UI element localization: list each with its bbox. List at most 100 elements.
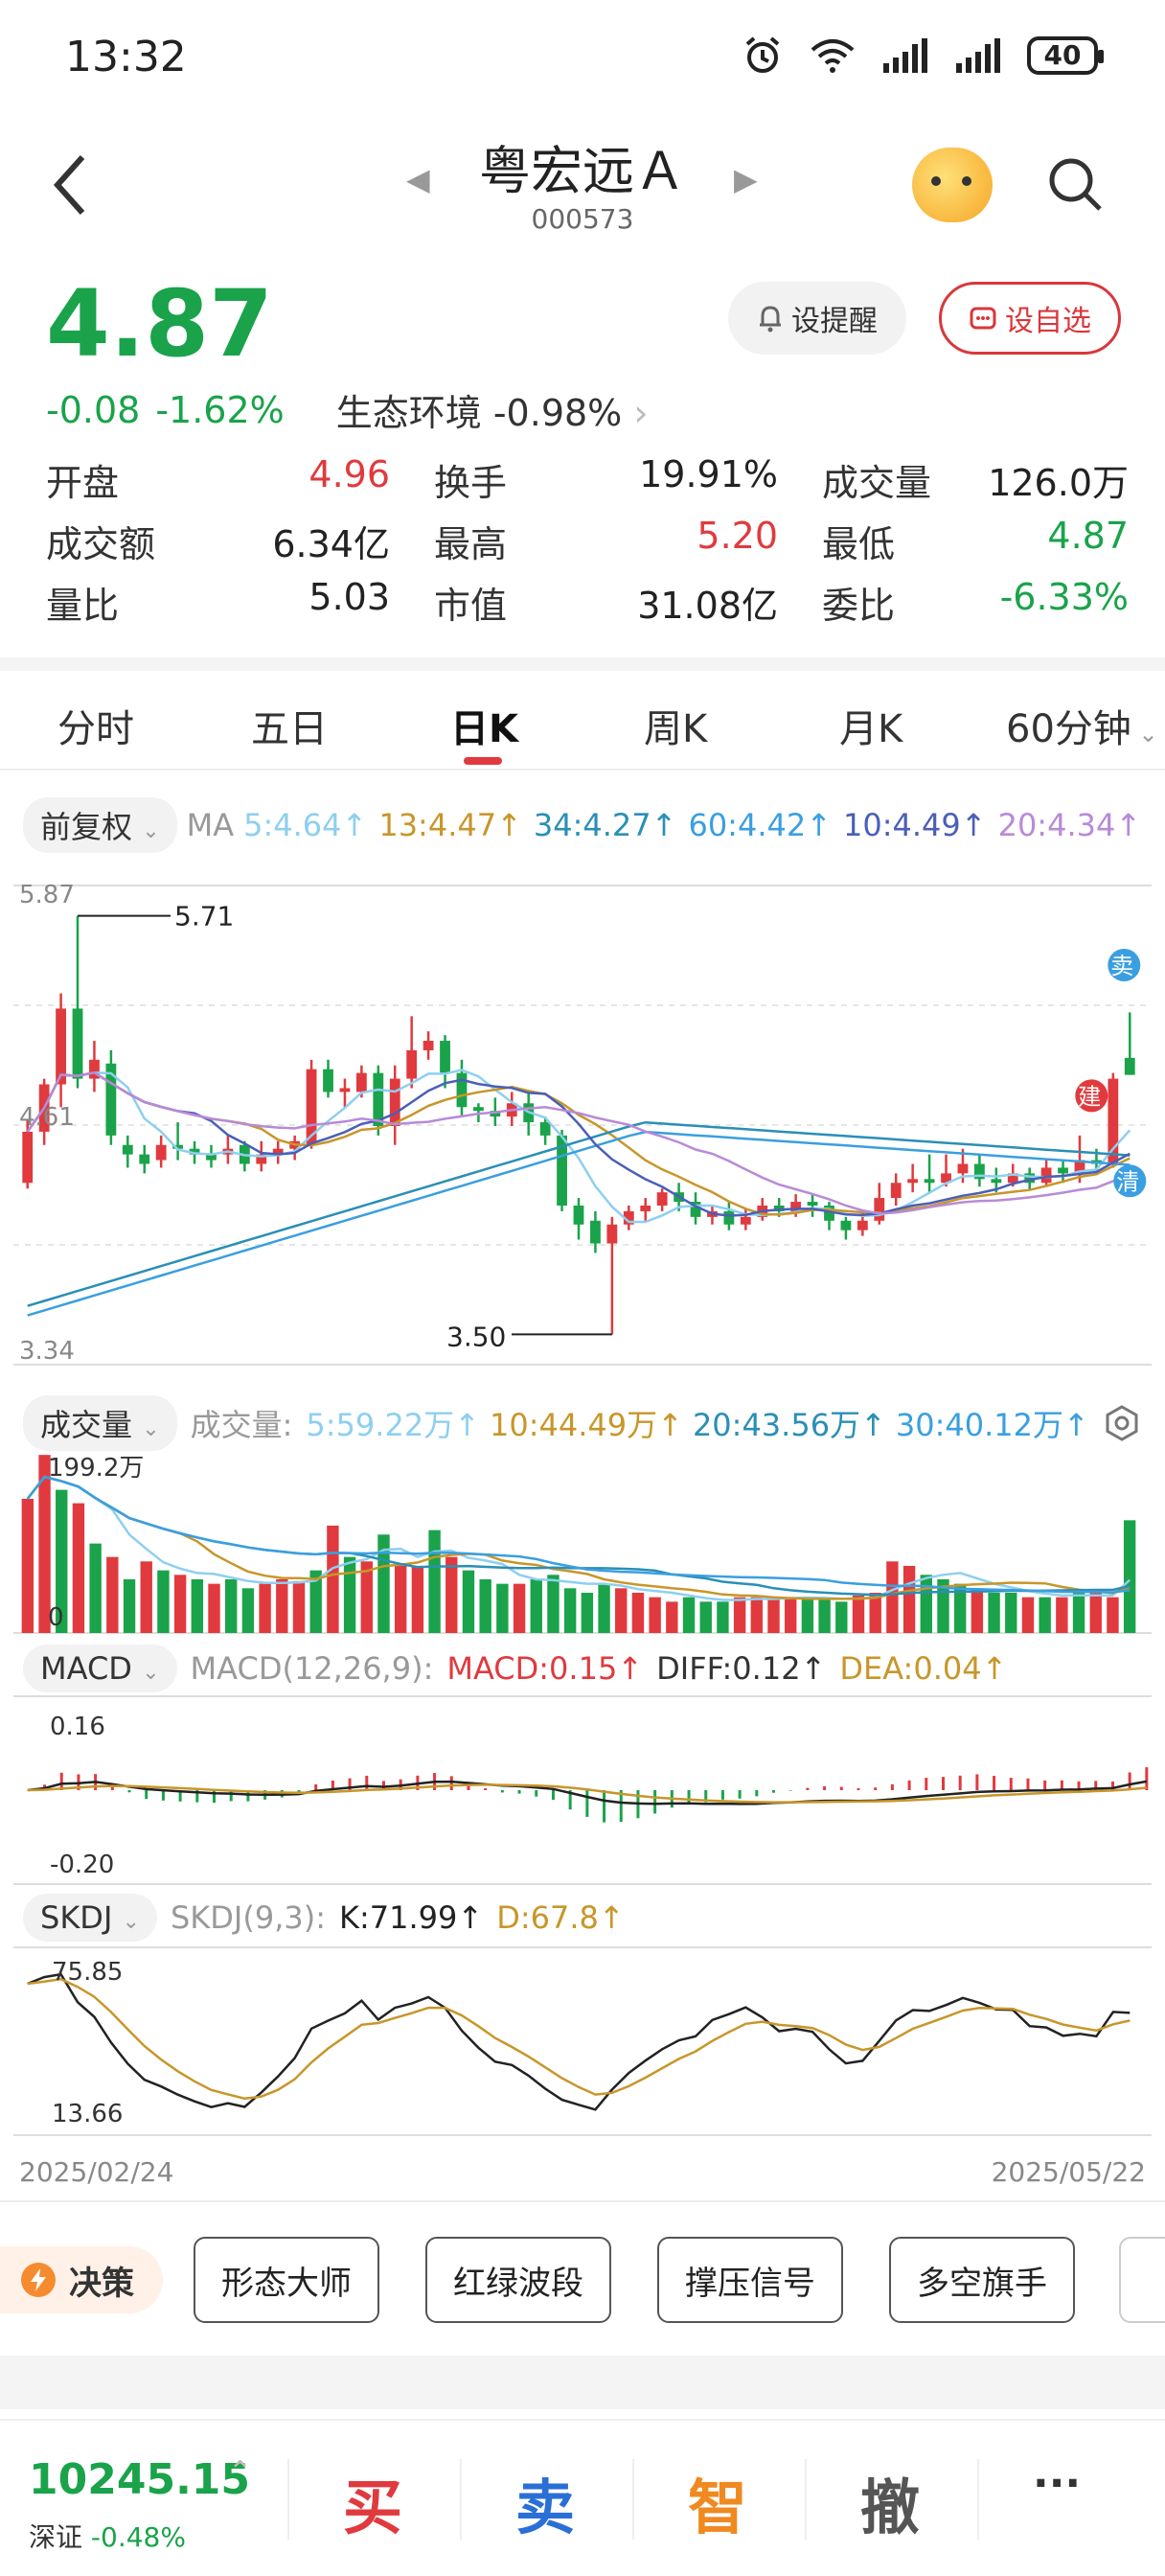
candle-body — [406, 1049, 418, 1079]
volume-bar — [72, 1503, 85, 1633]
volume-bar — [530, 1578, 542, 1633]
tool-label: 多空旗手 — [917, 2264, 1047, 2303]
build-marker: 建 — [1078, 1083, 1101, 1110]
tool-pattern-master[interactable]: 形态大师 — [194, 2237, 379, 2323]
candle-body — [573, 1205, 584, 1225]
status-icons: 40 — [742, 34, 1104, 77]
stat-label: 换手 — [434, 461, 508, 504]
stat-label: 委比 — [822, 584, 896, 627]
volume-bar — [394, 1565, 407, 1633]
volume-bar — [462, 1570, 475, 1633]
set-alert-button[interactable]: 设提醒 — [728, 282, 906, 355]
skdj-y-min: 13.66 — [52, 2100, 123, 2128]
smart-button[interactable]: 智 — [688, 2459, 747, 2545]
candle-body — [874, 1198, 885, 1221]
volume-bar — [1039, 1597, 1051, 1633]
volume-bar — [1021, 1597, 1035, 1633]
chevron-up-icon: ⌃ — [228, 2455, 253, 2489]
tab-60min[interactable]: 60分钟 ⌄ — [1006, 698, 1158, 753]
volume-bar — [208, 1583, 220, 1633]
volume-bar — [343, 1556, 356, 1633]
volume-bar — [1072, 1592, 1085, 1633]
volume-select[interactable]: 成交量 ⌄ — [23, 1395, 177, 1451]
macd-select[interactable]: MACD ⌄ — [23, 1644, 177, 1692]
volume-bar — [818, 1598, 831, 1633]
low-label: 3.50 — [446, 1321, 506, 1352]
sector-link[interactable]: 生态环境 -0.98% › — [336, 383, 649, 436]
macd-pill-label: MACD — [40, 1650, 132, 1687]
candle-body — [991, 1179, 1002, 1184]
stat-label: 最低 — [822, 522, 896, 565]
ma-item: 10:4.49↑ — [843, 807, 987, 843]
stat-cell: 市值 31.08亿 — [434, 576, 822, 629]
signal-icon-2 — [956, 38, 1000, 73]
cancel-order-button[interactable]: 撤 — [860, 2459, 920, 2545]
volume-y-min: 0 — [48, 1603, 64, 1632]
stat-cell: 最低 4.87 — [822, 515, 1129, 567]
volume-bar — [682, 1597, 696, 1633]
tab-fenshi[interactable]: 分时 — [57, 698, 134, 753]
alarm-icon — [745, 36, 780, 73]
tool-red-green-band[interactable]: 红绿波段 — [425, 2237, 611, 2323]
volume-bar — [920, 1575, 932, 1633]
kline-chart[interactable]: 5.87 4.61 3.34 5.71 3.50 卖建清 — [13, 880, 1152, 1370]
bell-icon — [760, 306, 781, 333]
candle-body — [155, 1144, 167, 1161]
vol-item: 30:40.12万↑ — [895, 1407, 1089, 1443]
search-icon[interactable] — [1046, 155, 1104, 213]
stats-row: 开盘 4.96 换手 19.91% 成交量 126.0万 — [46, 448, 1129, 510]
mascot-icon[interactable] — [912, 148, 993, 222]
decision-button[interactable]: 决策 — [0, 2246, 163, 2313]
candle-body — [640, 1205, 651, 1211]
index-name: 深证 — [29, 2521, 83, 2553]
stat-label: 量比 — [46, 584, 120, 627]
tool-bull-bear-flag[interactable]: 多空旗手 — [889, 2237, 1075, 2323]
tool-more[interactable] — [1119, 2237, 1165, 2323]
date-end: 2025/05/22 — [991, 2156, 1146, 2188]
volume-bar — [276, 1578, 288, 1633]
candle-body — [139, 1154, 150, 1164]
buy-button[interactable]: 买 — [343, 2459, 402, 2545]
tab-daily-k[interactable]: 日K — [450, 698, 518, 753]
tool-support-pressure[interactable]: 撑压信号 — [657, 2237, 843, 2323]
candle-body — [840, 1220, 852, 1230]
chevron-down-icon: ⌄ — [142, 1417, 160, 1441]
stat-value: 4.96 — [308, 452, 390, 495]
sell-marker: 卖 — [1110, 953, 1133, 979]
date-axis: 2025/02/24 2025/05/22 — [19, 2156, 1146, 2188]
skdj-k: K:71.99↑ — [339, 1899, 484, 1936]
candle-body — [122, 1144, 133, 1155]
volume-bar — [259, 1583, 271, 1633]
stat-value: 4.87 — [1047, 514, 1129, 557]
index-value[interactable]: 10245.15 — [29, 2455, 250, 2504]
stat-cell: 最高 5.20 — [434, 515, 822, 567]
candle-body — [656, 1192, 668, 1206]
sell-button[interactable]: 卖 — [515, 2459, 575, 2545]
stat-cell: 成交额 6.34亿 — [46, 515, 434, 567]
volume-bar — [140, 1561, 152, 1633]
candle-body — [389, 1078, 400, 1126]
volume-bar — [1056, 1597, 1068, 1633]
skdj-select[interactable]: SKDJ ⌄ — [23, 1894, 157, 1942]
more-button[interactable]: ··· — [1033, 2459, 1081, 2508]
volume-bar — [902, 1565, 916, 1633]
tab-wuri[interactable]: 五日 — [251, 698, 328, 753]
candle-body — [957, 1163, 969, 1174]
adjust-select[interactable]: 前复权 ⌄ — [23, 797, 177, 853]
next-stock-icon[interactable]: ▶ — [734, 161, 758, 197]
change-row: -0.08 -1.62% 生态环境 -0.98% › — [46, 383, 649, 436]
stat-label: 成交量 — [822, 461, 932, 504]
volume-bar — [717, 1601, 729, 1633]
add-watchlist-button[interactable]: 设自选 — [939, 282, 1121, 355]
stats-row: 成交额 6.34亿 最高 5.20 最低 4.87 — [46, 510, 1129, 571]
vol-item: 5:59.22万↑ — [306, 1407, 480, 1443]
price-change-pct: -1.62% — [155, 388, 285, 431]
chevron-right-icon: › — [633, 392, 649, 434]
volume-bar — [225, 1578, 238, 1633]
settings-icon[interactable] — [1103, 1404, 1141, 1442]
tab-weekly-k[interactable]: 周K — [644, 698, 707, 753]
candle-body — [740, 1216, 751, 1225]
tab-monthly-k[interactable]: 月K — [839, 698, 902, 753]
candle-body — [323, 1069, 333, 1092]
candle-body — [590, 1220, 601, 1244]
